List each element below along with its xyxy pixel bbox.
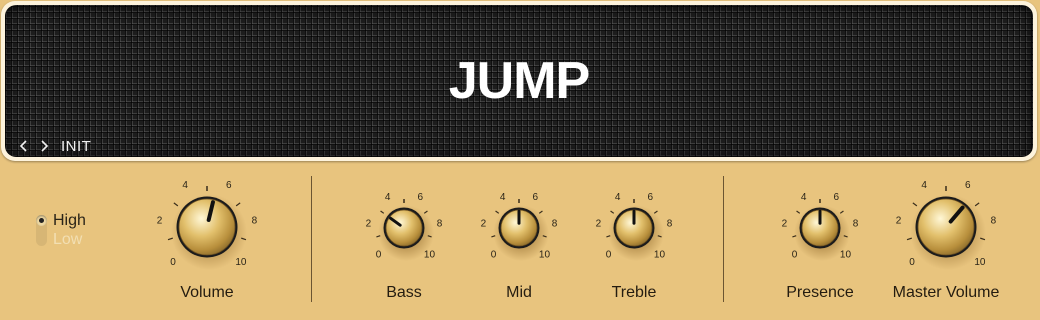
scale-number: 0: [909, 257, 915, 268]
chevron-right-icon[interactable]: [37, 137, 51, 155]
knob-body[interactable]: [383, 207, 425, 249]
scale-number: 6: [834, 192, 840, 203]
knob-svg: 0 2 4 6 8 10: [157, 180, 258, 270]
scale-tick: [912, 202, 918, 207]
scale-number: 6: [226, 180, 232, 191]
preset-name[interactable]: INIT: [61, 138, 91, 155]
scale-tick: [173, 202, 179, 207]
scale-tick: [235, 202, 241, 207]
scale-number: 4: [801, 192, 807, 203]
knob-body[interactable]: [799, 207, 841, 249]
knob-body[interactable]: [915, 196, 977, 258]
scale-number: 8: [667, 218, 673, 229]
knob-label-mid: Mid: [506, 284, 532, 301]
scale-tick: [653, 210, 658, 214]
knob-volume[interactable]: 0 2 4 6 8 10: [152, 172, 262, 282]
scale-number: 6: [533, 192, 539, 203]
section-divider: [311, 176, 312, 302]
knob-body[interactable]: [613, 207, 655, 249]
channel-label-high: High: [53, 212, 86, 229]
scale-number: 4: [615, 192, 621, 203]
knob-presence[interactable]: 0 2 4 6 8 10: [775, 183, 865, 273]
scale-number: 4: [921, 180, 927, 191]
scale-tick: [423, 210, 428, 214]
knob-mid[interactable]: 0 2 4 6 8 10: [474, 183, 564, 273]
scale-number: 4: [385, 192, 391, 203]
speaker-grille: JUMP INIT: [5, 5, 1033, 157]
grille-frame: JUMP INIT: [1, 1, 1037, 161]
scale-number: 0: [376, 249, 382, 260]
scale-number: 10: [424, 249, 436, 260]
knob-label-bass: Bass: [386, 284, 422, 301]
knob-svg: 0 2 4 6 8 10: [481, 192, 558, 261]
scale-number: 0: [170, 257, 176, 268]
knob-svg: 0 2 4 6 8 10: [366, 192, 443, 261]
scale-number: 2: [481, 218, 487, 229]
channel-label-low: Low: [53, 231, 83, 248]
scale-number: 2: [782, 218, 788, 229]
channel-option-high[interactable]: High: [36, 211, 86, 230]
scale-number: 2: [366, 218, 372, 229]
preset-navigator: INIT: [17, 136, 91, 156]
scale-number: 0: [792, 249, 798, 260]
knob-body[interactable]: [176, 196, 238, 258]
section-divider: [723, 176, 724, 302]
scale-number: 8: [437, 218, 443, 229]
scale-number: 10: [840, 249, 852, 260]
knob-label-master-volume: Master Volume: [892, 284, 1000, 301]
scale-number: 10: [974, 257, 986, 268]
amp-brand-logo: JUMP: [448, 52, 590, 110]
scale-number: 10: [654, 249, 666, 260]
scale-number: 4: [500, 192, 506, 203]
radio-indicator: [36, 215, 47, 226]
scale-number: 6: [965, 180, 971, 191]
scale-number: 0: [491, 249, 497, 260]
knob-label-volume: Volume: [180, 284, 234, 301]
knob-svg: 0 2 4 6 8 10: [782, 192, 859, 261]
scale-number: 6: [648, 192, 654, 203]
scale-tick: [380, 210, 385, 214]
scale-number: 10: [539, 249, 551, 260]
scale-number: 10: [235, 257, 247, 268]
channel-option-low[interactable]: Low: [36, 230, 86, 249]
scale-number: 2: [896, 215, 902, 226]
scale-number: 8: [991, 215, 997, 226]
scale-tick: [538, 210, 543, 214]
scale-tick: [796, 210, 801, 214]
scale-number: 8: [552, 218, 558, 229]
scale-number: 8: [252, 215, 258, 226]
knob-label-presence: Presence: [786, 284, 854, 301]
knob-bass[interactable]: 0 2 4 6 8 10: [359, 183, 449, 273]
chevron-left-icon[interactable]: [17, 137, 31, 155]
scale-number: 6: [418, 192, 424, 203]
scale-tick: [495, 210, 500, 214]
scale-number: 4: [182, 180, 188, 191]
knob-svg: 0 2 4 6 8 10: [896, 180, 997, 270]
knob-svg: 0 2 4 6 8 10: [596, 192, 673, 261]
knob-body[interactable]: [498, 207, 540, 249]
knob-master-volume[interactable]: 0 2 4 6 8 10: [891, 172, 1001, 282]
scale-tick: [839, 210, 844, 214]
scale-number: 2: [157, 215, 163, 226]
scale-tick: [974, 202, 980, 207]
knob-label-treble: Treble: [611, 284, 657, 301]
scale-tick: [610, 210, 615, 214]
scale-number: 8: [853, 218, 859, 229]
scale-number: 2: [596, 218, 602, 229]
scale-number: 0: [606, 249, 612, 260]
knob-treble[interactable]: 0 2 4 6 8 10: [589, 183, 679, 273]
channel-switch[interactable]: High Low: [36, 211, 86, 249]
